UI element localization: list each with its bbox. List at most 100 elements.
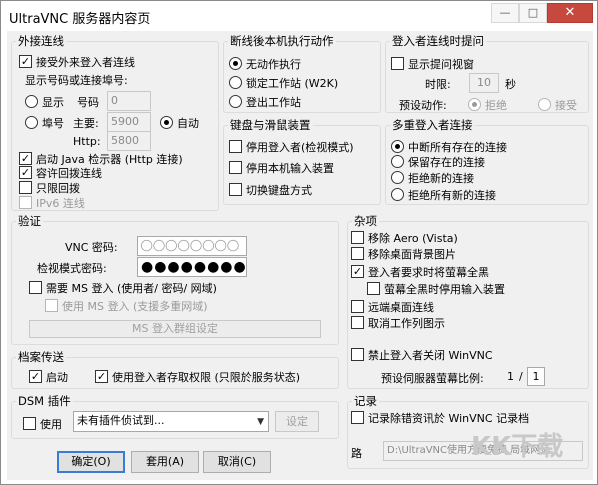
log-debug-checkbox[interactable]: 记录除错资讯於 WinVNC 记录档 — [351, 410, 529, 426]
file-transfer-enable-checkbox[interactable]: 启动 — [29, 369, 68, 385]
checkbox-box[interactable] — [351, 348, 364, 361]
radio-circle[interactable] — [229, 76, 242, 89]
ipv6-checkbox[interactable]: IPv6 连线 — [19, 195, 85, 211]
disable-viewer-input-checkbox[interactable]: 停用登入者(检视模式) — [229, 139, 354, 155]
checkbox-box[interactable] — [229, 183, 242, 196]
radio-circle[interactable] — [25, 116, 38, 129]
remove-aero-checkbox[interactable]: 移除 Aero (Vista) — [351, 230, 458, 246]
checkbox-box[interactable] — [29, 370, 42, 383]
disconnect-logoff-radio[interactable]: 登出工作站 — [229, 94, 301, 110]
checkbox-box[interactable] — [95, 370, 108, 383]
radio-circle[interactable] — [468, 98, 481, 111]
radio-circle[interactable] — [160, 116, 173, 129]
radio-circle[interactable] — [229, 95, 242, 108]
blank-screen-label: 登入者要求时将萤幕全黑 — [368, 266, 489, 279]
disable-input-blank-checkbox[interactable]: 萤幕全黑时停用输入装置 — [367, 281, 505, 297]
checkbox-box[interactable] — [351, 411, 364, 424]
radio-circle[interactable] — [25, 95, 38, 108]
display-number-input[interactable]: 0 — [107, 91, 151, 111]
radio-circle[interactable] — [391, 140, 404, 153]
maximize-icon[interactable]: □ — [519, 3, 547, 23]
keep-existing-radio[interactable]: 保留存在的连接 — [391, 154, 485, 170]
radio-circle[interactable] — [538, 98, 551, 111]
checkbox-box[interactable] — [23, 417, 36, 430]
refuse-new-radio[interactable]: 拒绝新的连接 — [391, 170, 474, 186]
ms-logon-groups-button[interactable]: MS 登入群组设定 — [29, 320, 321, 338]
port-radio[interactable]: 埠号 — [25, 115, 64, 131]
checkbox-box[interactable] — [351, 231, 364, 244]
dsm-config-button[interactable]: 设定 — [275, 411, 319, 432]
cancel-button[interactable]: 取消(C) — [203, 451, 271, 473]
remove-wallpaper-checkbox[interactable]: 移除桌面背景图片 — [351, 246, 456, 262]
http-port-input[interactable]: 5800 — [107, 131, 151, 151]
user-impersonation-checkbox[interactable]: 使用登入者存取权限 (只限於服务状态) — [95, 369, 300, 385]
main-port-input[interactable]: 5900 — [107, 112, 151, 132]
require-ms-logon-checkbox[interactable]: 需要 MS 登入 (使用者/ 密码/ 网域) — [29, 280, 217, 296]
checkbox-box[interactable] — [367, 282, 380, 295]
checkbox-box[interactable] — [19, 152, 32, 165]
apply-button[interactable]: 套用(A) — [131, 451, 199, 473]
default-accept-label: 接受 — [555, 99, 577, 112]
view-password-label: 检视模式密码: — [37, 262, 107, 275]
radio-circle[interactable] — [391, 188, 404, 201]
dsm-plugin-select[interactable]: 未有插件侦试到... ▼ — [73, 411, 269, 432]
new-ms-logon-label: 使用 MS 登入 (支援多重网域) — [62, 300, 208, 313]
blank-screen-checkbox[interactable]: 登入者要求时将萤幕全黑 — [351, 264, 489, 280]
allow-loopback-checkbox[interactable]: 容许回拨连线 — [19, 165, 102, 181]
checkbox-box[interactable] — [391, 57, 404, 70]
disable-local-input-checkbox[interactable]: 停用本机输入装置 — [229, 160, 334, 176]
scale-denominator-input[interactable]: 1 — [527, 367, 545, 386]
checkbox-box[interactable] — [19, 181, 32, 194]
radio-circle[interactable] — [229, 57, 242, 70]
timeout-label: 时限: — [425, 78, 451, 91]
allow-loopback-label: 容许回拨连线 — [36, 167, 102, 180]
minimize-icon[interactable]: — — [491, 3, 519, 23]
default-refuse-radio[interactable]: 拒绝 — [468, 97, 507, 113]
loopback-only-checkbox[interactable]: 只限回拨 — [19, 180, 80, 196]
checkbox-box[interactable] — [19, 196, 32, 209]
disconnect-lock-radio[interactable]: 锁定工作站 (W2K) — [229, 75, 338, 91]
checkbox-box[interactable] — [29, 281, 42, 294]
checkbox-box[interactable] — [351, 247, 364, 260]
accept-connections-label: 接受外来登入者连线 — [36, 56, 135, 69]
checkbox-box[interactable] — [351, 300, 364, 313]
disconnect-nothing-radio[interactable]: 无动作执行 — [229, 56, 301, 72]
close-icon[interactable]: ✕ — [547, 3, 593, 23]
default-scale-label: 预设伺服器萤幕比例: — [381, 372, 484, 385]
default-accept-radio[interactable]: 接受 — [538, 97, 577, 113]
forbid-close-checkbox[interactable]: 禁止登入者关闭 WinVNC — [351, 347, 493, 363]
watermark-logo: KK下载 — [471, 426, 581, 476]
use-dsm-checkbox[interactable]: 使用 — [23, 416, 62, 432]
checkbox-box[interactable] — [19, 55, 32, 68]
hide-tray-icon-checkbox[interactable]: 取消工作列图示 — [351, 315, 445, 331]
hide-tray-icon-label: 取消工作列图示 — [368, 317, 445, 330]
auto-port-radio[interactable]: 自动 — [160, 115, 199, 131]
checkbox-box[interactable] — [229, 140, 242, 153]
accept-connections-checkbox[interactable]: 接受外来登入者连线 — [19, 54, 135, 70]
view-password-input[interactable]: ●●●●●●●● — [137, 257, 247, 277]
timeout-unit: 秒 — [505, 78, 516, 91]
checkbox-box[interactable] — [45, 299, 58, 312]
show-query-checkbox[interactable]: 显示提问视窗 — [391, 56, 474, 72]
switch-keyboard-label: 切换键盘方式 — [246, 184, 312, 197]
multi-viewer-legend: 多重登入者连接 — [392, 118, 473, 132]
new-ms-logon-checkbox[interactable]: 使用 MS 登入 (支援多重网域) — [45, 298, 208, 314]
vnc-password-input[interactable]: ●●●●●●●● — [137, 236, 247, 256]
switch-keyboard-checkbox[interactable]: 切换键盘方式 — [229, 182, 312, 198]
checkbox-box[interactable] — [351, 265, 364, 278]
checkbox-box[interactable] — [351, 316, 364, 329]
ok-button[interactable]: 确定(O) — [57, 451, 125, 473]
checkbox-box[interactable] — [229, 161, 242, 174]
disconnect-existing-radio[interactable]: 中断所有存在的连接 — [391, 139, 507, 155]
refuse-all-new-radio[interactable]: 拒绝所有新的连接 — [391, 187, 496, 203]
log-path-label: 路 — [351, 447, 362, 460]
port-radio-label: 埠号 — [42, 117, 64, 130]
server-properties-window: UltraVNC 服务器内容页 — □ ✕ 外接连线 接受外来登入者连线 显示号… — [0, 0, 598, 485]
radio-circle[interactable] — [391, 171, 404, 184]
radio-circle[interactable] — [391, 155, 404, 168]
display-radio[interactable]: 显示 — [25, 94, 64, 110]
timeout-input[interactable]: 10 — [469, 73, 499, 93]
main-port-label: 主要: — [73, 117, 99, 130]
checkbox-box[interactable] — [19, 166, 32, 179]
remote-desktop-checkbox[interactable]: 远端桌面连线 — [351, 299, 434, 315]
